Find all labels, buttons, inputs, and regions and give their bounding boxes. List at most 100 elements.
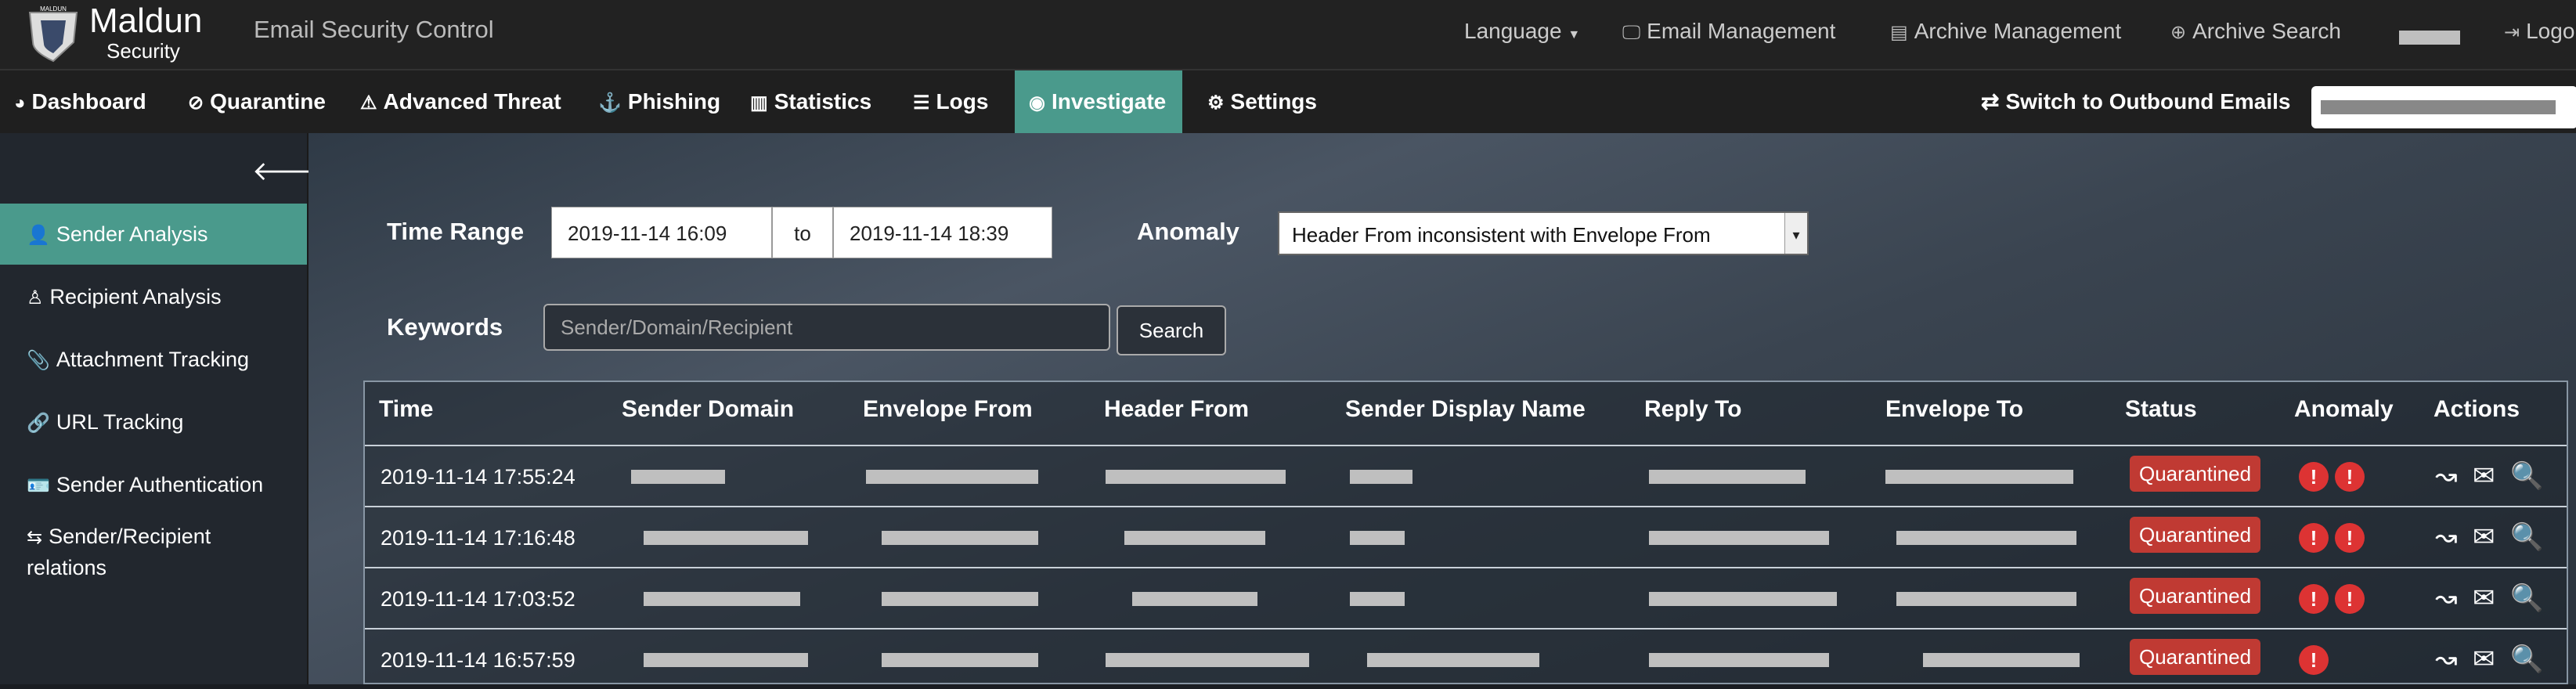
sidebar-item-sender-authentication[interactable]: 🪪 Sender Authentication	[0, 454, 307, 515]
sidebar-item-label: Attachment Tracking	[56, 348, 250, 371]
redacted-envelope-from	[882, 592, 1038, 606]
col-time[interactable]: Time	[379, 396, 433, 423]
anomaly-alert-icon[interactable]: !	[2299, 523, 2329, 553]
sidebar-item-recipient-analysis[interactable]: ♙ Recipient Analysis	[0, 266, 307, 327]
app-title: Email Security Control	[254, 16, 494, 43]
col-envelope-to[interactable]: Envelope To	[1885, 396, 2023, 423]
results-table: Time Sender Domain Envelope From Header …	[363, 381, 2568, 684]
start-time-input[interactable]: 2019-11-14 16:09	[551, 207, 772, 258]
envelope-icon[interactable]: ✉	[2473, 644, 2495, 675]
end-time-input[interactable]: 2019-11-14 18:39	[833, 207, 1052, 258]
redacted-display-name	[1367, 653, 1539, 667]
bar-chart-icon: ▥	[750, 92, 768, 114]
sidebar: 🡐 👤 Sender Analysis ♙ Recipient Analysis 📎…	[0, 133, 323, 684]
trend-icon[interactable]: ↝	[2435, 460, 2458, 492]
sidebar-item-attachment-tracking[interactable]: 📎 Attachment Tracking	[0, 329, 307, 390]
sidebar-item-label: Sender/Recipient	[49, 525, 211, 548]
nav-settings[interactable]: ⚙ Settings	[1193, 70, 1331, 133]
redacted-reply-to	[1649, 653, 1829, 667]
logout-label: Logo	[2526, 19, 2575, 43]
redacted-envelope-to	[1923, 653, 2080, 667]
archive-icon: ▤	[1890, 22, 1908, 43]
inspect-icon[interactable]: 🔍	[2510, 644, 2543, 675]
col-actions: Actions	[2433, 396, 2520, 422]
nav-quarantine[interactable]: ⊘ Quarantine	[174, 70, 340, 133]
redacted-header-from	[1132, 592, 1257, 606]
time-cell: 2019-11-14 17:16:48	[381, 526, 575, 550]
language-menu[interactable]: Language ▼	[1464, 19, 1580, 44]
col-sender-domain[interactable]: Sender Domain	[622, 396, 794, 423]
inspect-icon[interactable]: 🔍	[2510, 521, 2543, 553]
redacted-display-name	[1350, 531, 1405, 545]
inspect-icon[interactable]: 🔍	[2510, 583, 2543, 614]
account-selector[interactable]	[2311, 86, 2576, 128]
col-status[interactable]: Status	[2125, 396, 2197, 423]
anomaly-alert-icon[interactable]: !	[2299, 462, 2329, 492]
trend-icon[interactable]: ↝	[2435, 521, 2458, 553]
nav-investigate[interactable]: ◉ Investigate	[1015, 70, 1182, 133]
redacted-header-from	[1106, 470, 1286, 484]
keywords-input[interactable]: Sender/Domain/Recipient	[543, 304, 1110, 351]
keywords-label: Keywords	[387, 313, 503, 341]
table-row[interactable]: 2019-11-14 17:55:24 Quarantined ! ! ↝ ✉ …	[365, 445, 2567, 506]
col-sender-display-name[interactable]: Sender Display Name	[1345, 396, 1586, 423]
nav-logs[interactable]: ☰ Logs	[899, 70, 1002, 133]
logout-icon: ⇥	[2504, 22, 2520, 43]
list-icon: ☰	[913, 92, 930, 114]
link-icon: 🔗	[27, 413, 50, 434]
brand-subtitle: Security	[106, 39, 180, 63]
table-row[interactable]: 2019-11-14 17:16:48 Quarantined ! ! ↝ ✉ …	[365, 506, 2567, 567]
time-cell: 2019-11-14 17:03:52	[381, 587, 575, 611]
sidebar-item-sender-analysis[interactable]: 👤 Sender Analysis	[0, 204, 307, 265]
switch-outbound-button[interactable]: ⇄ Switch to Outbound Emails	[1981, 70, 2290, 133]
nav-statistics[interactable]: ▥ Statistics	[736, 70, 886, 133]
nav-label: Logs	[936, 89, 989, 114]
anomaly-select[interactable]: Header From inconsistent with Envelope F…	[1278, 211, 1809, 255]
anomaly-alert-icon[interactable]: !	[2299, 645, 2329, 675]
anomaly-alert-icon[interactable]: !	[2335, 462, 2365, 492]
archive-search-link[interactable]: ⊕ Archive Search	[2170, 19, 2341, 44]
nav-advanced-threat[interactable]: ⚠ Advanced Threat	[346, 70, 575, 133]
envelope-icon[interactable]: ✉	[2473, 521, 2495, 553]
redacted-sender-domain	[644, 592, 800, 606]
anomaly-alert-icon[interactable]: !	[2335, 584, 2365, 614]
col-anomaly[interactable]: Anomaly	[2294, 396, 2394, 423]
brand-name: Maldun	[89, 2, 203, 40]
sidebar-item-label: Sender Authentication	[56, 473, 264, 496]
logout-link[interactable]: ⇥ Logo	[2504, 19, 2574, 44]
trend-icon[interactable]: ↝	[2435, 644, 2458, 675]
redacted-reply-to	[1649, 470, 1806, 484]
email-management-link[interactable]: 🖵 Email Management	[1622, 19, 1835, 44]
col-header-from[interactable]: Header From	[1104, 396, 1249, 423]
nav-phishing[interactable]: ⚓ Phishing	[584, 70, 734, 133]
nav-label: Quarantine	[210, 89, 326, 114]
user-menu[interactable]	[2399, 23, 2460, 49]
col-reply-to[interactable]: Reply To	[1644, 396, 1741, 423]
col-envelope-from[interactable]: Envelope From	[863, 396, 1033, 423]
nav-dashboard[interactable]: ◕ Dashboard	[0, 70, 161, 133]
gears-icon: ⚙	[1207, 92, 1225, 114]
sidebar-item-label: Sender Analysis	[56, 222, 208, 246]
sidebar-item-label: Recipient Analysis	[49, 285, 222, 308]
inspect-icon[interactable]: 🔍	[2510, 460, 2543, 492]
logo-text: MALDUN	[40, 5, 67, 13]
redacted-account	[2321, 100, 2556, 114]
envelope-icon[interactable]: ✉	[2473, 583, 2495, 614]
id-card-icon: 🪪	[27, 475, 50, 496]
archive-management-link[interactable]: ▤ Archive Management	[1890, 19, 2121, 44]
search-button[interactable]: Search	[1117, 305, 1226, 355]
anomaly-label: Anomaly	[1137, 218, 1239, 245]
sidebar-item-sender-recipient-relations[interactable]: ⇆ Sender/Recipient relations	[0, 518, 307, 581]
redacted-envelope-from	[882, 531, 1038, 545]
table-row[interactable]: 2019-11-14 16:57:59 Quarantined ! ↝ ✉ 🔍	[365, 628, 2567, 689]
table-row[interactable]: 2019-11-14 17:03:52 Quarantined ! ! ↝ ✉ …	[365, 567, 2567, 628]
trend-icon[interactable]: ↝	[2435, 583, 2458, 614]
redacted-envelope-from	[866, 470, 1038, 484]
envelope-icon[interactable]: ✉	[2473, 460, 2495, 492]
sidebar-item-url-tracking[interactable]: 🔗 URL Tracking	[0, 391, 307, 453]
anomaly-alert-icon[interactable]: !	[2299, 584, 2329, 614]
redacted-sender-domain	[644, 653, 808, 667]
nav-label: Dashboard	[31, 89, 146, 114]
anchor-icon: ⚓	[598, 92, 622, 114]
anomaly-alert-icon[interactable]: !	[2335, 523, 2365, 553]
